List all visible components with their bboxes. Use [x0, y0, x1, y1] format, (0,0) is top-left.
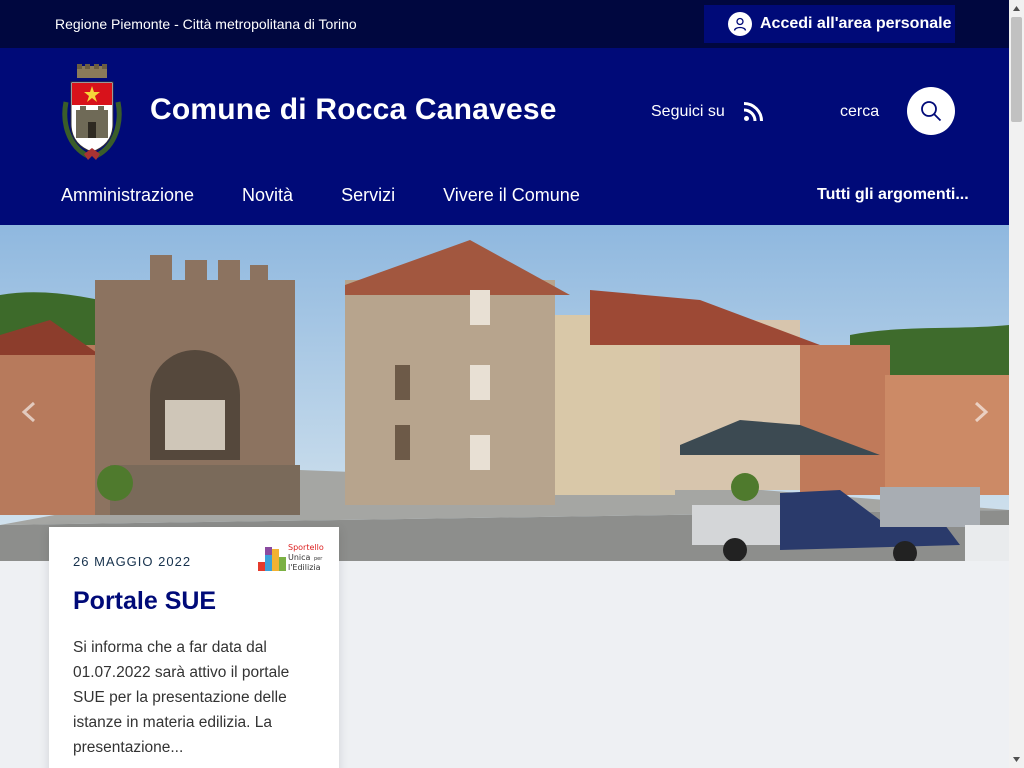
user-icon	[728, 12, 752, 36]
page-scrollbar[interactable]	[1009, 0, 1024, 768]
svg-text:Unica: Unica	[288, 553, 311, 562]
municipality-crest-logo[interactable]	[58, 62, 126, 162]
search-icon	[921, 101, 942, 122]
main-navigation: Amministrazione Novità Servizi Vivere il…	[61, 185, 628, 206]
hero-carousel[interactable]	[0, 225, 1009, 561]
nav-item-amministrazione[interactable]: Amministrazione	[61, 185, 194, 206]
slim-header: Regione Piemonte - Città metropolitana d…	[0, 0, 1009, 48]
chevron-right-icon	[974, 401, 989, 423]
sue-logo: Sportello Unica per l'Edilizia	[256, 538, 328, 574]
svg-text:Sportello: Sportello	[288, 543, 324, 552]
site-title[interactable]: Comune di Rocca Canavese	[150, 93, 557, 127]
search-button[interactable]	[907, 87, 955, 135]
main-header: Comune di Rocca Canavese Seguici su cerc…	[0, 48, 1009, 225]
news-title[interactable]: Portale SUE	[73, 587, 216, 616]
scroll-down-icon[interactable]	[1012, 755, 1021, 764]
carousel-prev-button[interactable]	[14, 397, 44, 427]
news-card[interactable]: 26 MAGGIO 2022 Sportello Unica per l'Edi…	[49, 527, 339, 768]
all-topics-link[interactable]: Tutti gli argomenti...	[817, 186, 969, 204]
login-label: Accedi all'area personale	[760, 15, 952, 32]
region-link[interactable]: Regione Piemonte - Città metropolitana d…	[55, 16, 357, 32]
social-links: Seguici su	[651, 102, 763, 122]
hero-village-image	[0, 225, 1009, 561]
svg-text:l'Edilizia: l'Edilizia	[288, 563, 321, 572]
social-label: Seguici su	[651, 103, 725, 120]
search-label: cerca	[840, 103, 880, 120]
nav-item-vivere-il-comune[interactable]: Vivere il Comune	[443, 185, 580, 206]
scrollbar-thumb[interactable]	[1011, 17, 1022, 122]
nav-item-servizi[interactable]: Servizi	[341, 185, 395, 206]
chevron-left-icon	[21, 401, 36, 423]
login-button[interactable]: Accedi all'area personale	[704, 5, 955, 43]
nav-item-novita[interactable]: Novità	[242, 185, 293, 206]
svg-text:per: per	[314, 556, 323, 562]
carousel-next-button[interactable]	[966, 397, 996, 427]
scroll-up-icon[interactable]	[1012, 4, 1021, 13]
rss-icon[interactable]	[743, 102, 763, 122]
news-excerpt: Si informa che a far data dal 01.07.2022…	[73, 639, 290, 756]
news-date: 26 MAGGIO 2022	[73, 554, 192, 569]
